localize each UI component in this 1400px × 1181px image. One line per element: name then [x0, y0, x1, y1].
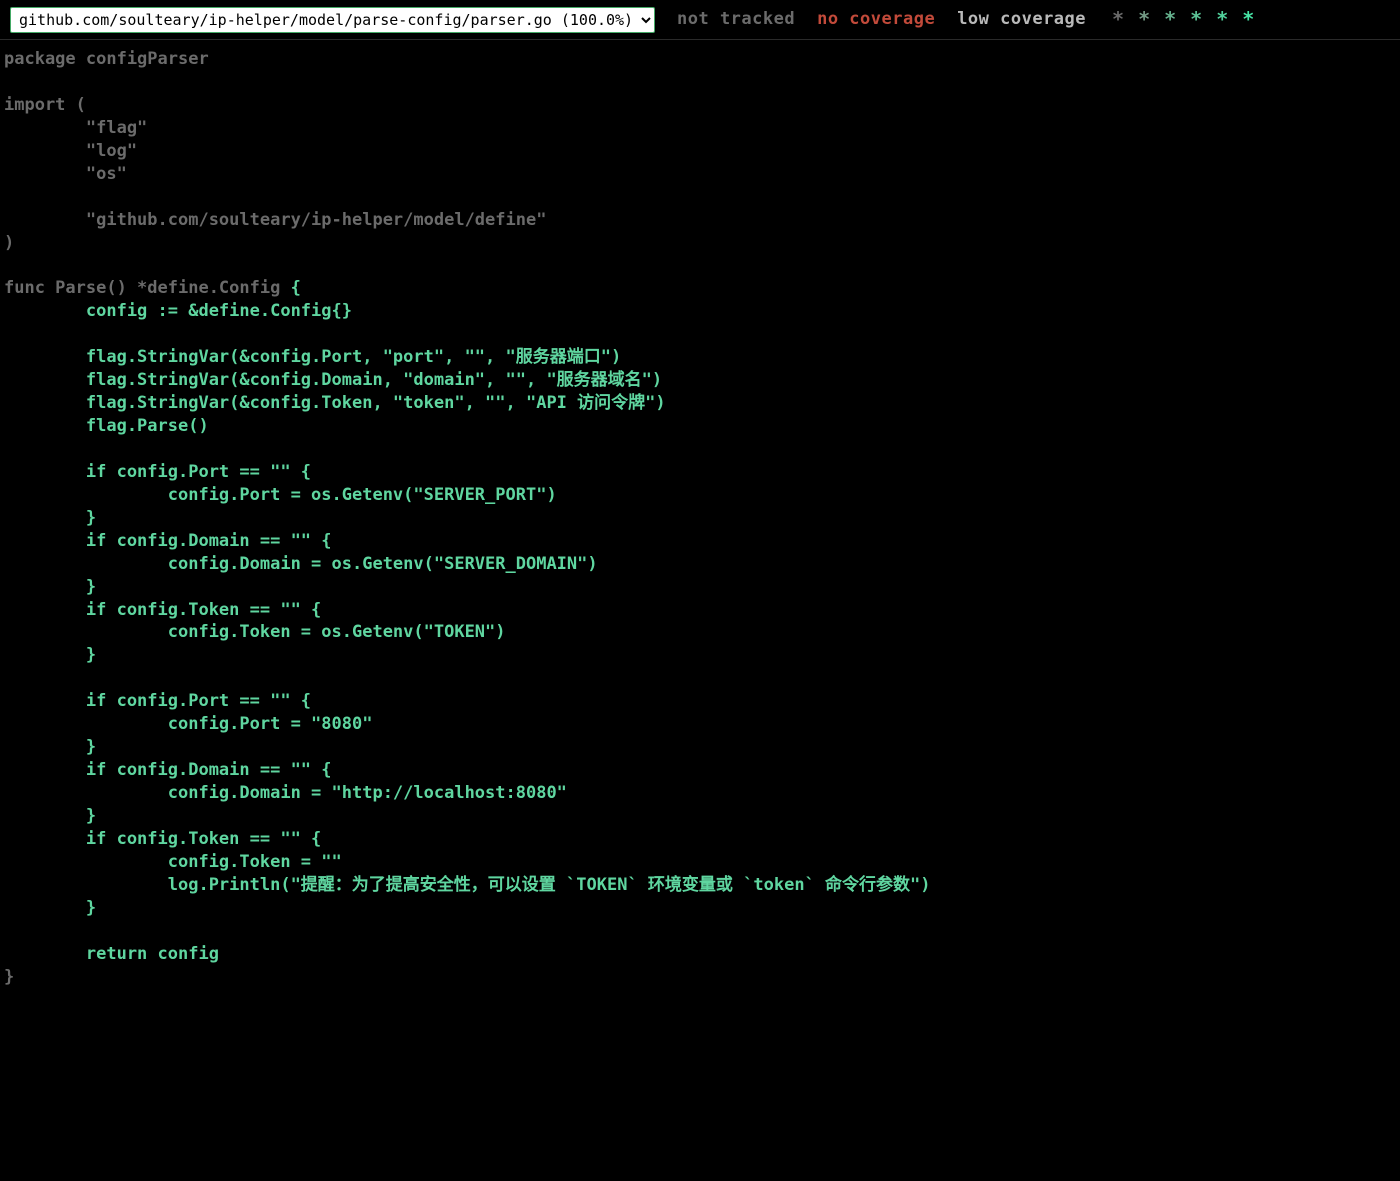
- code-line: flag.Parse(): [4, 415, 1396, 438]
- code-line: [4, 71, 1396, 94]
- code-line: flag.StringVar(&config.Domain, "domain",…: [4, 369, 1396, 392]
- code-line: }: [4, 576, 1396, 599]
- code-line: if config.Domain == "" {: [4, 530, 1396, 553]
- code-line: "os": [4, 163, 1396, 186]
- code-line: "log": [4, 140, 1396, 163]
- code-line: flag.StringVar(&config.Port, "port", "",…: [4, 346, 1396, 369]
- code-line: [4, 254, 1396, 277]
- code-line: config.Token = "": [4, 851, 1396, 874]
- code-line: config.Port = os.Getenv("SERVER_PORT"): [4, 484, 1396, 507]
- code-line: if config.Token == "" {: [4, 828, 1396, 851]
- legend-no-coverage: no coverage: [817, 8, 935, 31]
- code-line: [4, 186, 1396, 209]
- code-line: if config.Domain == "" {: [4, 759, 1396, 782]
- code-line: flag.StringVar(&config.Token, "token", "…: [4, 392, 1396, 415]
- coverage-gradient-stars: * * * * * *: [1112, 6, 1254, 33]
- code-line: "github.com/soulteary/ip-helper/model/de…: [4, 209, 1396, 232]
- code-line: }: [4, 736, 1396, 759]
- coverage-star-icon: *: [1138, 6, 1150, 33]
- legend-not-tracked: not tracked: [677, 8, 795, 31]
- code-line: [4, 323, 1396, 346]
- code-line: "flag": [4, 117, 1396, 140]
- code-line: if config.Port == "" {: [4, 461, 1396, 484]
- coverage-star-icon: *: [1112, 6, 1124, 33]
- code-line: [4, 667, 1396, 690]
- coverage-star-icon: *: [1216, 6, 1228, 33]
- source-code: package configParser import ( "flag" "lo…: [0, 40, 1400, 996]
- code-line: func Parse() *define.Config {: [4, 277, 1396, 300]
- code-line: config.Domain = "http://localhost:8080": [4, 782, 1396, 805]
- code-line: [4, 438, 1396, 461]
- coverage-star-icon: *: [1242, 6, 1254, 33]
- coverage-star-icon: *: [1190, 6, 1202, 33]
- coverage-header: github.com/soulteary/ip-helper/model/par…: [0, 0, 1400, 40]
- code-line: config.Token = os.Getenv("TOKEN"): [4, 621, 1396, 644]
- code-line: [4, 920, 1396, 943]
- code-line: }: [4, 897, 1396, 920]
- code-line: config := &define.Config{}: [4, 300, 1396, 323]
- coverage-star-icon: *: [1164, 6, 1176, 33]
- code-line: config.Domain = os.Getenv("SERVER_DOMAIN…: [4, 553, 1396, 576]
- code-line: import (: [4, 94, 1396, 117]
- code-line: }: [4, 966, 1396, 989]
- legend-low-coverage: low coverage: [957, 8, 1086, 31]
- code-line: ): [4, 232, 1396, 255]
- file-select[interactable]: github.com/soulteary/ip-helper/model/par…: [10, 7, 655, 33]
- code-line: if config.Token == "" {: [4, 599, 1396, 622]
- code-line: if config.Port == "" {: [4, 690, 1396, 713]
- code-line: }: [4, 507, 1396, 530]
- code-line: }: [4, 644, 1396, 667]
- code-line: log.Println("提醒：为了提高安全性，可以设置 `TOKEN` 环境变…: [4, 874, 1396, 897]
- code-line: return config: [4, 943, 1396, 966]
- code-line: config.Port = "8080": [4, 713, 1396, 736]
- code-line: }: [4, 805, 1396, 828]
- code-line: package configParser: [4, 48, 1396, 71]
